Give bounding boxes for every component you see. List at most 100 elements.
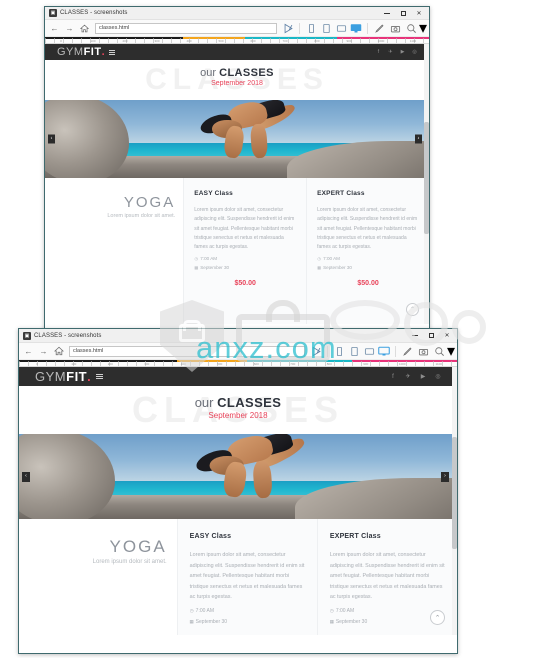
title-bar[interactable]: ▣ CLASSES - screenshots ✕: [45, 7, 429, 20]
classes-intro-title: YOGA: [123, 194, 176, 211]
tablet-landscape-icon[interactable]: [362, 344, 376, 358]
browser-window-top[interactable]: ▣ CLASSES - screenshots ✕ ← → classes.ht…: [44, 6, 430, 336]
twitter-icon[interactable]: ✈: [405, 374, 411, 380]
forward-icon[interactable]: →: [63, 22, 76, 35]
classes-intro-lead: Lorem ipsum dolor sit amet.: [92, 559, 167, 565]
class-card-price: $50.00: [234, 280, 256, 288]
toolbar-separator-2: [395, 345, 396, 357]
back-icon[interactable]: ←: [22, 345, 35, 358]
hamburger-icon[interactable]: [96, 373, 104, 380]
site-logo[interactable]: GYM FIT.: [35, 369, 91, 384]
home-icon[interactable]: [78, 22, 91, 35]
carousel-next-icon[interactable]: ›: [415, 134, 422, 144]
class-card-time-value: 7:00 AM: [200, 256, 218, 262]
logo-gym: GYM: [35, 369, 67, 384]
address-bar[interactable]: classes.html: [69, 345, 305, 357]
class-card-time-value: 7:00 AM: [323, 256, 340, 262]
inspect-icon[interactable]: [432, 344, 446, 358]
scrollbar-thumb[interactable]: [424, 122, 429, 235]
maximize-button[interactable]: [423, 329, 439, 342]
site-logo[interactable]: GYM FIT.: [57, 46, 105, 58]
inspect-icon[interactable]: [404, 21, 418, 35]
class-card-title: EXPERT Class: [317, 190, 365, 197]
minimize-button[interactable]: [379, 7, 395, 20]
maximize-button[interactable]: [395, 7, 411, 20]
clock-icon: ◷: [189, 607, 194, 613]
tablet-portrait-icon[interactable]: [319, 21, 333, 35]
hamburger-icon[interactable]: [109, 49, 116, 55]
toolbar-separator: [299, 22, 300, 34]
logo-dot: .: [101, 46, 106, 58]
desktop-icon[interactable]: [349, 21, 363, 35]
pen-icon[interactable]: [400, 344, 414, 358]
class-card-easy[interactable]: EASY Class Lorem ipsum dolor sit amet, c…: [183, 178, 307, 324]
web-page-viewport[interactable]: GYM FIT. f ✈ ▶ ◎ CLASSES our CLASSES Sept…: [45, 44, 429, 324]
desktop-icon[interactable]: [377, 344, 391, 358]
device-preview-group[interactable]: [332, 344, 391, 358]
toolbar-dropdown-caret[interactable]: ▾: [447, 343, 455, 360]
page-title: our CLASSES: [19, 395, 457, 410]
logo-dot: .: [87, 369, 92, 384]
page-title-pre: our: [194, 395, 214, 410]
class-card-time: ◷ 7:00 AM: [330, 608, 445, 614]
browser-toolbar[interactable]: ← → classes.html ▾: [19, 343, 457, 360]
home-icon[interactable]: [52, 345, 65, 358]
back-to-top-button[interactable]: ⌃: [406, 303, 419, 316]
instagram-icon[interactable]: ◎: [412, 49, 417, 55]
hero-yoga-figure: [184, 100, 299, 169]
screenshot-canvas: ▣ CLASSES - screenshots ✕ ← → classes.ht…: [0, 0, 556, 658]
facebook-icon[interactable]: f: [376, 49, 381, 55]
logo-gym: GYM: [57, 46, 84, 58]
title-bar[interactable]: ▣ CLASSES - screenshots ✕: [19, 329, 457, 343]
hero-carousel[interactable]: ‹ ›: [45, 100, 429, 178]
social-links[interactable]: f ✈ ▶ ◎: [376, 49, 417, 55]
carousel-next-icon[interactable]: ›: [441, 471, 449, 482]
carousel-prev-icon[interactable]: ‹: [48, 134, 55, 144]
class-card-time: ◷ 7:00 AM: [317, 256, 419, 261]
class-card-price: $50.00: [357, 280, 379, 288]
web-page-viewport[interactable]: GYM FIT. f ✈ ▶ ◎ CLASSES our CLASSES Sept…: [19, 367, 457, 635]
forward-icon[interactable]: →: [37, 345, 50, 358]
class-card-date: ▦ September 30: [190, 619, 305, 625]
youtube-icon[interactable]: ▶: [420, 374, 426, 380]
back-icon[interactable]: ←: [48, 22, 61, 35]
class-card-date-value: September 30: [323, 265, 352, 271]
run-preview-icon[interactable]: [309, 344, 323, 358]
address-bar[interactable]: classes.html: [95, 22, 277, 34]
calendar-icon: ▦: [317, 265, 321, 271]
browser-window-bottom[interactable]: ▣ CLASSES - screenshots ✕ ← → classes.ht…: [18, 328, 458, 654]
phone-icon[interactable]: [304, 21, 318, 35]
instagram-icon[interactable]: ◎: [435, 374, 441, 380]
run-preview-icon[interactable]: [281, 21, 295, 35]
browser-toolbar[interactable]: ← → classes.html ▾: [45, 20, 429, 37]
twitter-icon[interactable]: ✈: [388, 49, 393, 55]
carousel-prev-icon[interactable]: ‹: [22, 471, 30, 482]
facebook-icon[interactable]: f: [390, 374, 396, 380]
classes-intro: YOGA Lorem ipsum dolor sit amet.: [19, 519, 177, 635]
back-to-top-button[interactable]: ⌃: [430, 610, 445, 625]
phone-icon[interactable]: [332, 344, 346, 358]
address-bar-value: classes.html: [99, 25, 130, 31]
social-links[interactable]: f ✈ ▶ ◎: [390, 374, 441, 381]
page-title-block: CLASSES our CLASSES September 2018: [19, 386, 457, 434]
tablet-landscape-icon[interactable]: [334, 21, 348, 35]
hero-carousel[interactable]: ‹ ›: [19, 434, 457, 519]
camera-icon[interactable]: [416, 344, 430, 358]
class-card-time: ◷ 7:00 AM: [194, 256, 296, 261]
calendar-icon: ▦: [194, 265, 199, 271]
clock-icon: ◷: [194, 256, 198, 262]
calendar-icon: ▦: [189, 618, 194, 624]
tablet-portrait-icon[interactable]: [347, 344, 361, 358]
page-ruler: 0 100 200 300 400 500 600 700 800 900 1000 1100: [19, 360, 457, 367]
toolbar-dropdown-caret[interactable]: ▾: [419, 20, 427, 37]
scrollbar-thumb[interactable]: [452, 436, 457, 550]
youtube-icon[interactable]: ▶: [400, 49, 405, 55]
toolbar-separator-2: [367, 22, 368, 34]
minimize-button[interactable]: [407, 329, 423, 342]
class-card-easy[interactable]: EASY Class Lorem ipsum dolor sit amet, c…: [176, 519, 317, 635]
camera-icon[interactable]: [388, 21, 402, 35]
device-preview-group[interactable]: [304, 21, 363, 35]
class-card-body: Lorem ipsum dolor sit amet, consectetur …: [317, 207, 418, 250]
page-title-pre: our: [200, 67, 217, 79]
pen-icon[interactable]: [372, 21, 386, 35]
